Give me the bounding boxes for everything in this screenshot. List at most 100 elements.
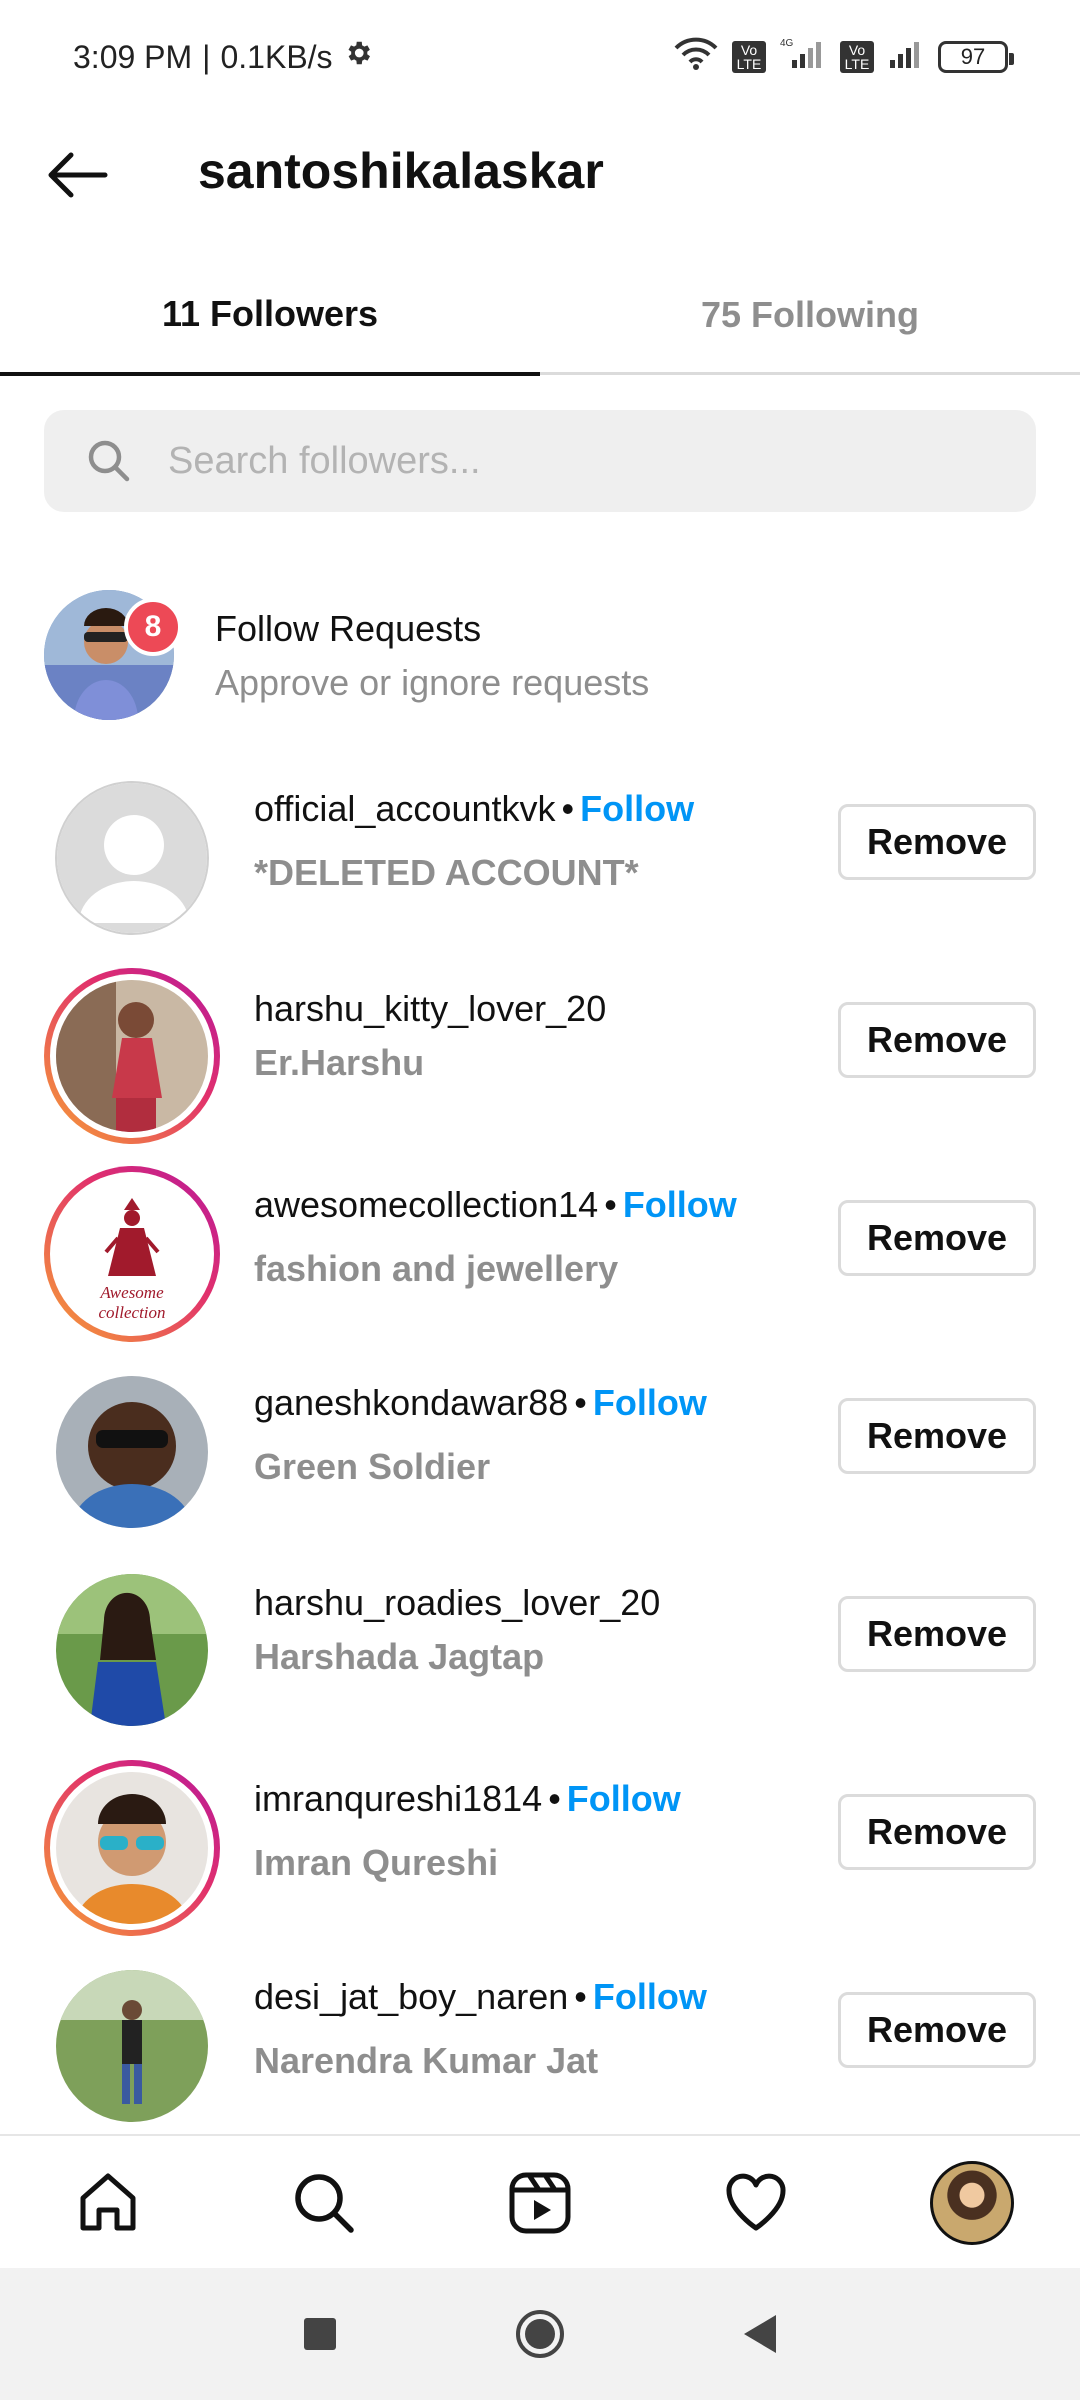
tab-following[interactable]: 75 Following bbox=[540, 255, 1080, 375]
heart-icon bbox=[726, 2173, 786, 2231]
square-icon bbox=[304, 2318, 336, 2350]
follower-handle[interactable]: official_accountkvk bbox=[254, 788, 556, 829]
follower-row: harshu_roadies_lover_20 Harshada Jagtap … bbox=[0, 1540, 1080, 1738]
follow-requests-row[interactable]: 8 Follow Requests Approve or ignore requ… bbox=[0, 580, 1080, 730]
follower-row: harshu_kitty_lover_20 Er.Harshu Remove bbox=[0, 946, 1080, 1144]
tab-bar: 11 Followers 75 Following bbox=[0, 255, 1080, 376]
search-icon bbox=[295, 2174, 354, 2233]
nav-search[interactable] bbox=[216, 2136, 432, 2270]
follower-photo bbox=[56, 1772, 208, 1924]
separator-dot: • bbox=[604, 1184, 617, 1225]
follower-row: imranqureshi1814 • Follow Imran Qureshi Re… bbox=[0, 1738, 1080, 1936]
search-input[interactable] bbox=[168, 439, 968, 483]
status-right: Vo LTE 4G Vo LTE 97 bbox=[672, 36, 1014, 77]
remove-button[interactable]: Remove bbox=[838, 1596, 1036, 1672]
follower-row: ganeshkondawar88 • Follow Green Soldier Re… bbox=[0, 1342, 1080, 1540]
signal-icon-2 bbox=[886, 36, 926, 77]
follower-text: harshu_roadies_lover_20 Harshada Jagtap bbox=[254, 1582, 660, 1678]
system-nav-bar bbox=[0, 2268, 1080, 2400]
follower-handle[interactable]: harshu_kitty_lover_20 bbox=[254, 988, 606, 1029]
header: santoshikalaskar bbox=[0, 120, 1080, 230]
remove-button[interactable]: Remove bbox=[838, 1398, 1036, 1474]
separator-dot: • bbox=[548, 1778, 561, 1819]
volte-badge-2: Vo LTE bbox=[840, 40, 874, 73]
follower-photo bbox=[56, 1376, 208, 1528]
circle-icon bbox=[516, 2310, 564, 2358]
nav-profile[interactable] bbox=[864, 2136, 1080, 2270]
separator-dot: • bbox=[561, 788, 575, 829]
follow-button[interactable]: Follow bbox=[580, 788, 694, 829]
brand-logo-avatar: Awesome collection bbox=[56, 1178, 208, 1330]
follower-handle[interactable]: desi_jat_boy_naren bbox=[254, 1976, 568, 2017]
status-bar: 3:09 PM | 0.1KB/s Vo LTE 4G Vo LTE 97 bbox=[0, 0, 1080, 120]
battery-icon: 97 bbox=[938, 40, 1014, 73]
follower-avatar[interactable] bbox=[44, 1958, 220, 2134]
remove-button[interactable]: Remove bbox=[838, 1992, 1036, 2068]
follower-photo bbox=[56, 1970, 208, 2122]
avatar-text-line-2: collection bbox=[98, 1303, 165, 1322]
back-button-system[interactable] bbox=[720, 2294, 800, 2374]
follower-name: fashion and jewellery bbox=[254, 1248, 619, 1289]
follower-photo bbox=[56, 980, 208, 1132]
tab-followers[interactable]: 11 Followers bbox=[0, 255, 540, 376]
separator-dot: • bbox=[574, 1976, 587, 2017]
follow-requests-title: Follow Requests bbox=[215, 608, 482, 649]
follower-avatar[interactable] bbox=[44, 1760, 220, 1936]
wifi-icon bbox=[672, 36, 720, 77]
recents-button[interactable] bbox=[280, 2294, 360, 2374]
follower-handle[interactable]: harshu_roadies_lover_20 bbox=[254, 1582, 660, 1623]
follower-avatar[interactable]: Awesome collection bbox=[44, 1166, 220, 1342]
remove-button[interactable]: Remove bbox=[838, 1200, 1036, 1276]
follower-handle[interactable]: awesomecollection14 bbox=[254, 1184, 598, 1225]
svg-text:4G: 4G bbox=[780, 38, 794, 49]
follower-handle[interactable]: ganeshkondawar88 bbox=[254, 1382, 568, 1423]
search-icon bbox=[84, 436, 134, 486]
remove-button[interactable]: Remove bbox=[838, 1794, 1036, 1870]
follow-button[interactable]: Follow bbox=[567, 1778, 681, 1819]
follower-name: *DELETED ACCOUNT* bbox=[254, 852, 639, 893]
remove-button[interactable]: Remove bbox=[838, 804, 1036, 880]
follower-row: Awesome collection awesomecollection14 • Fo… bbox=[0, 1144, 1080, 1342]
follower-text: desi_jat_boy_naren • Follow Narendra Kumar… bbox=[254, 1976, 707, 2082]
follower-photo bbox=[56, 1574, 208, 1726]
nav-reels[interactable] bbox=[432, 2136, 648, 2270]
settings-icon bbox=[343, 38, 373, 76]
follower-name: Green Soldier bbox=[254, 1446, 491, 1487]
home-icon bbox=[80, 2173, 136, 2231]
follower-text: harshu_kitty_lover_20 Er.Harshu bbox=[254, 988, 606, 1084]
follower-text: awesomecollection14 • Follow fashion and j… bbox=[254, 1184, 737, 1290]
back-button[interactable] bbox=[42, 140, 112, 210]
avatar-text-line-1: Awesome bbox=[99, 1283, 164, 1302]
follower-text: imranqureshi1814 • Follow Imran Qureshi bbox=[254, 1778, 681, 1884]
story-ring bbox=[50, 974, 214, 1138]
follower-name: Harshada Jagtap bbox=[254, 1636, 545, 1677]
follower-text: official_accountkvk • Follow *DELETED ACCO… bbox=[254, 788, 694, 894]
follower-name: Imran Qureshi bbox=[254, 1842, 499, 1883]
follow-request-count-badge: 8 bbox=[124, 598, 182, 656]
follower-avatar[interactable] bbox=[44, 1364, 220, 1540]
follow-button[interactable]: Follow bbox=[593, 1976, 707, 2017]
follow-requests-subtitle: Approve or ignore requests bbox=[215, 662, 650, 703]
default-avatar-icon bbox=[55, 781, 209, 935]
remove-button[interactable]: Remove bbox=[838, 1002, 1036, 1078]
follow-button[interactable]: Follow bbox=[593, 1382, 707, 1423]
follower-name: Er.Harshu bbox=[254, 1042, 425, 1083]
follower-avatar[interactable] bbox=[44, 770, 220, 946]
profile-avatar bbox=[930, 2161, 1014, 2245]
bottom-nav bbox=[0, 2134, 1080, 2268]
status-time: 3:09 PM bbox=[73, 38, 193, 75]
follower-row: official_accountkvk • Follow *DELETED ACCO… bbox=[0, 748, 1080, 946]
triangle-back-icon bbox=[744, 2315, 776, 2353]
nav-activity[interactable] bbox=[648, 2136, 864, 2270]
home-button[interactable] bbox=[500, 2294, 580, 2374]
nav-home[interactable] bbox=[0, 2136, 216, 2270]
search-bar bbox=[44, 410, 1036, 512]
follower-handle[interactable]: imranqureshi1814 bbox=[254, 1778, 542, 1819]
follower-avatar[interactable] bbox=[44, 1562, 220, 1738]
back-arrow-icon bbox=[48, 152, 108, 198]
follower-row: desi_jat_boy_naren • Follow Narendra Kumar… bbox=[0, 1936, 1080, 2134]
follower-avatar[interactable] bbox=[44, 968, 220, 1144]
status-divider: | bbox=[202, 38, 211, 75]
volte-badge: Vo LTE bbox=[732, 40, 766, 73]
follow-button[interactable]: Follow bbox=[623, 1184, 737, 1225]
